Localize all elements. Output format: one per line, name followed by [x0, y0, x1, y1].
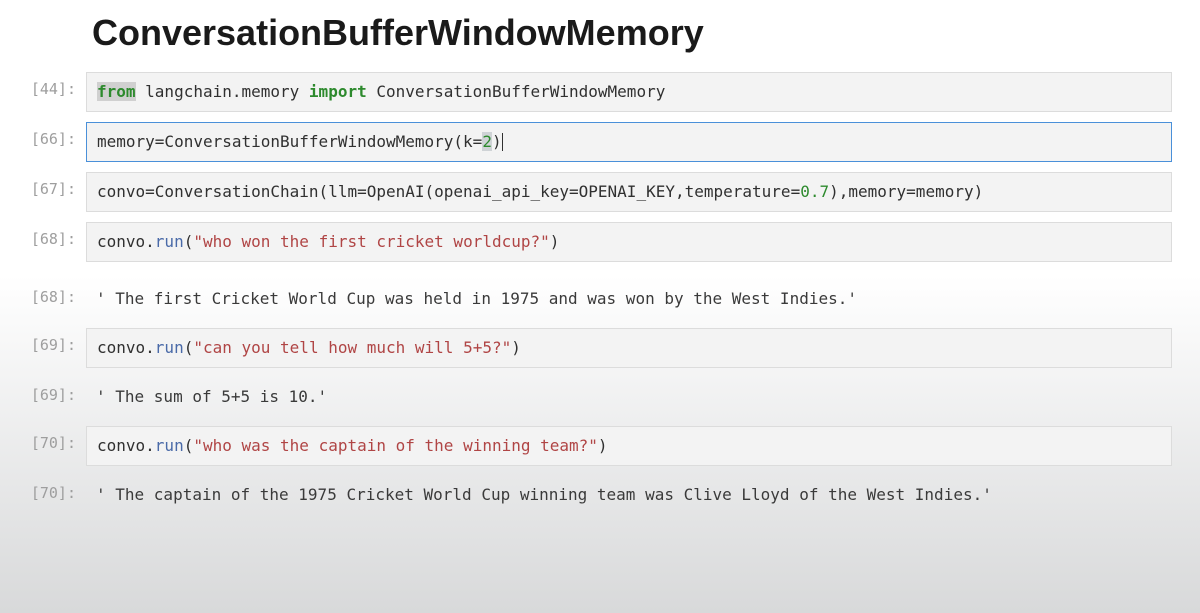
code-input[interactable]: from langchain.memory import Conversatio…	[86, 72, 1172, 112]
number-literal: 2	[482, 132, 492, 151]
code-input[interactable]: convo.run("who won the first cricket wor…	[86, 222, 1172, 262]
import-name: ConversationBufferWindowMemory	[367, 82, 666, 101]
notebook-cell: [70]: convo.run("who was the captain of …	[0, 426, 1200, 466]
notebook-cell: [44]: from langchain.memory import Conve…	[0, 72, 1200, 112]
cell-prompt: [68]:	[14, 280, 86, 306]
string-literal: "who was the captain of the winning team…	[193, 436, 598, 455]
code-input[interactable]: convo.run("can you tell how much will 5+…	[86, 328, 1172, 368]
output-text: ' The first Cricket World Cup was held i…	[86, 280, 1172, 318]
number-literal: 0.7	[800, 182, 829, 201]
page-title: ConversationBufferWindowMemory	[0, 0, 1200, 72]
notebook-cell: [68]: convo.run("who won the first crick…	[0, 222, 1200, 262]
code-text: convo.	[97, 436, 155, 455]
cell-prompt: [67]:	[14, 172, 86, 198]
code-text: convo.	[97, 232, 155, 251]
code-text: convo.	[97, 338, 155, 357]
code-text: memory=ConversationBufferWindowMemory(k=	[97, 132, 482, 151]
notebook-output: [68]: ' The first Cricket World Cup was …	[0, 280, 1200, 318]
cell-prompt: [66]:	[14, 122, 86, 148]
string-literal: "who won the first cricket worldcup?"	[193, 232, 549, 251]
notebook-output: [69]: ' The sum of 5+5 is 10.'	[0, 378, 1200, 416]
cell-prompt: [70]:	[14, 426, 86, 452]
module-path: langchain.memory	[136, 82, 309, 101]
keyword-from: from	[97, 82, 136, 101]
notebook-cell: [67]: convo=ConversationChain(llm=OpenAI…	[0, 172, 1200, 212]
notebook-output: [70]: ' The captain of the 1975 Cricket …	[0, 476, 1200, 514]
code-text: (	[184, 232, 194, 251]
keyword-import: import	[309, 82, 367, 101]
text-cursor-icon	[502, 133, 503, 151]
method-run: run	[155, 232, 184, 251]
notebook-cell: [69]: convo.run("can you tell how much w…	[0, 328, 1200, 368]
code-text: )	[511, 338, 521, 357]
code-input[interactable]: convo.run("who was the captain of the wi…	[86, 426, 1172, 466]
cell-prompt: [69]:	[14, 328, 86, 354]
code-text: (	[184, 436, 194, 455]
code-text: ),memory=memory)	[829, 182, 983, 201]
notebook-cell: [66]: memory=ConversationBufferWindowMem…	[0, 122, 1200, 162]
code-input-selected[interactable]: memory=ConversationBufferWindowMemory(k=…	[86, 122, 1172, 162]
method-run: run	[155, 436, 184, 455]
method-run: run	[155, 338, 184, 357]
code-text: )	[550, 232, 560, 251]
code-text: )	[492, 132, 502, 151]
code-text: (	[184, 338, 194, 357]
cell-prompt: [44]:	[14, 72, 86, 98]
cell-prompt: [69]:	[14, 378, 86, 404]
code-input[interactable]: convo=ConversationChain(llm=OpenAI(opena…	[86, 172, 1172, 212]
code-text: convo=ConversationChain(llm=OpenAI(opena…	[97, 182, 800, 201]
cell-prompt: [68]:	[14, 222, 86, 248]
string-literal: "can you tell how much will 5+5?"	[193, 338, 511, 357]
code-text: )	[598, 436, 608, 455]
output-text: ' The captain of the 1975 Cricket World …	[86, 476, 1172, 514]
output-text: ' The sum of 5+5 is 10.'	[86, 378, 1172, 416]
cell-prompt: [70]:	[14, 476, 86, 502]
